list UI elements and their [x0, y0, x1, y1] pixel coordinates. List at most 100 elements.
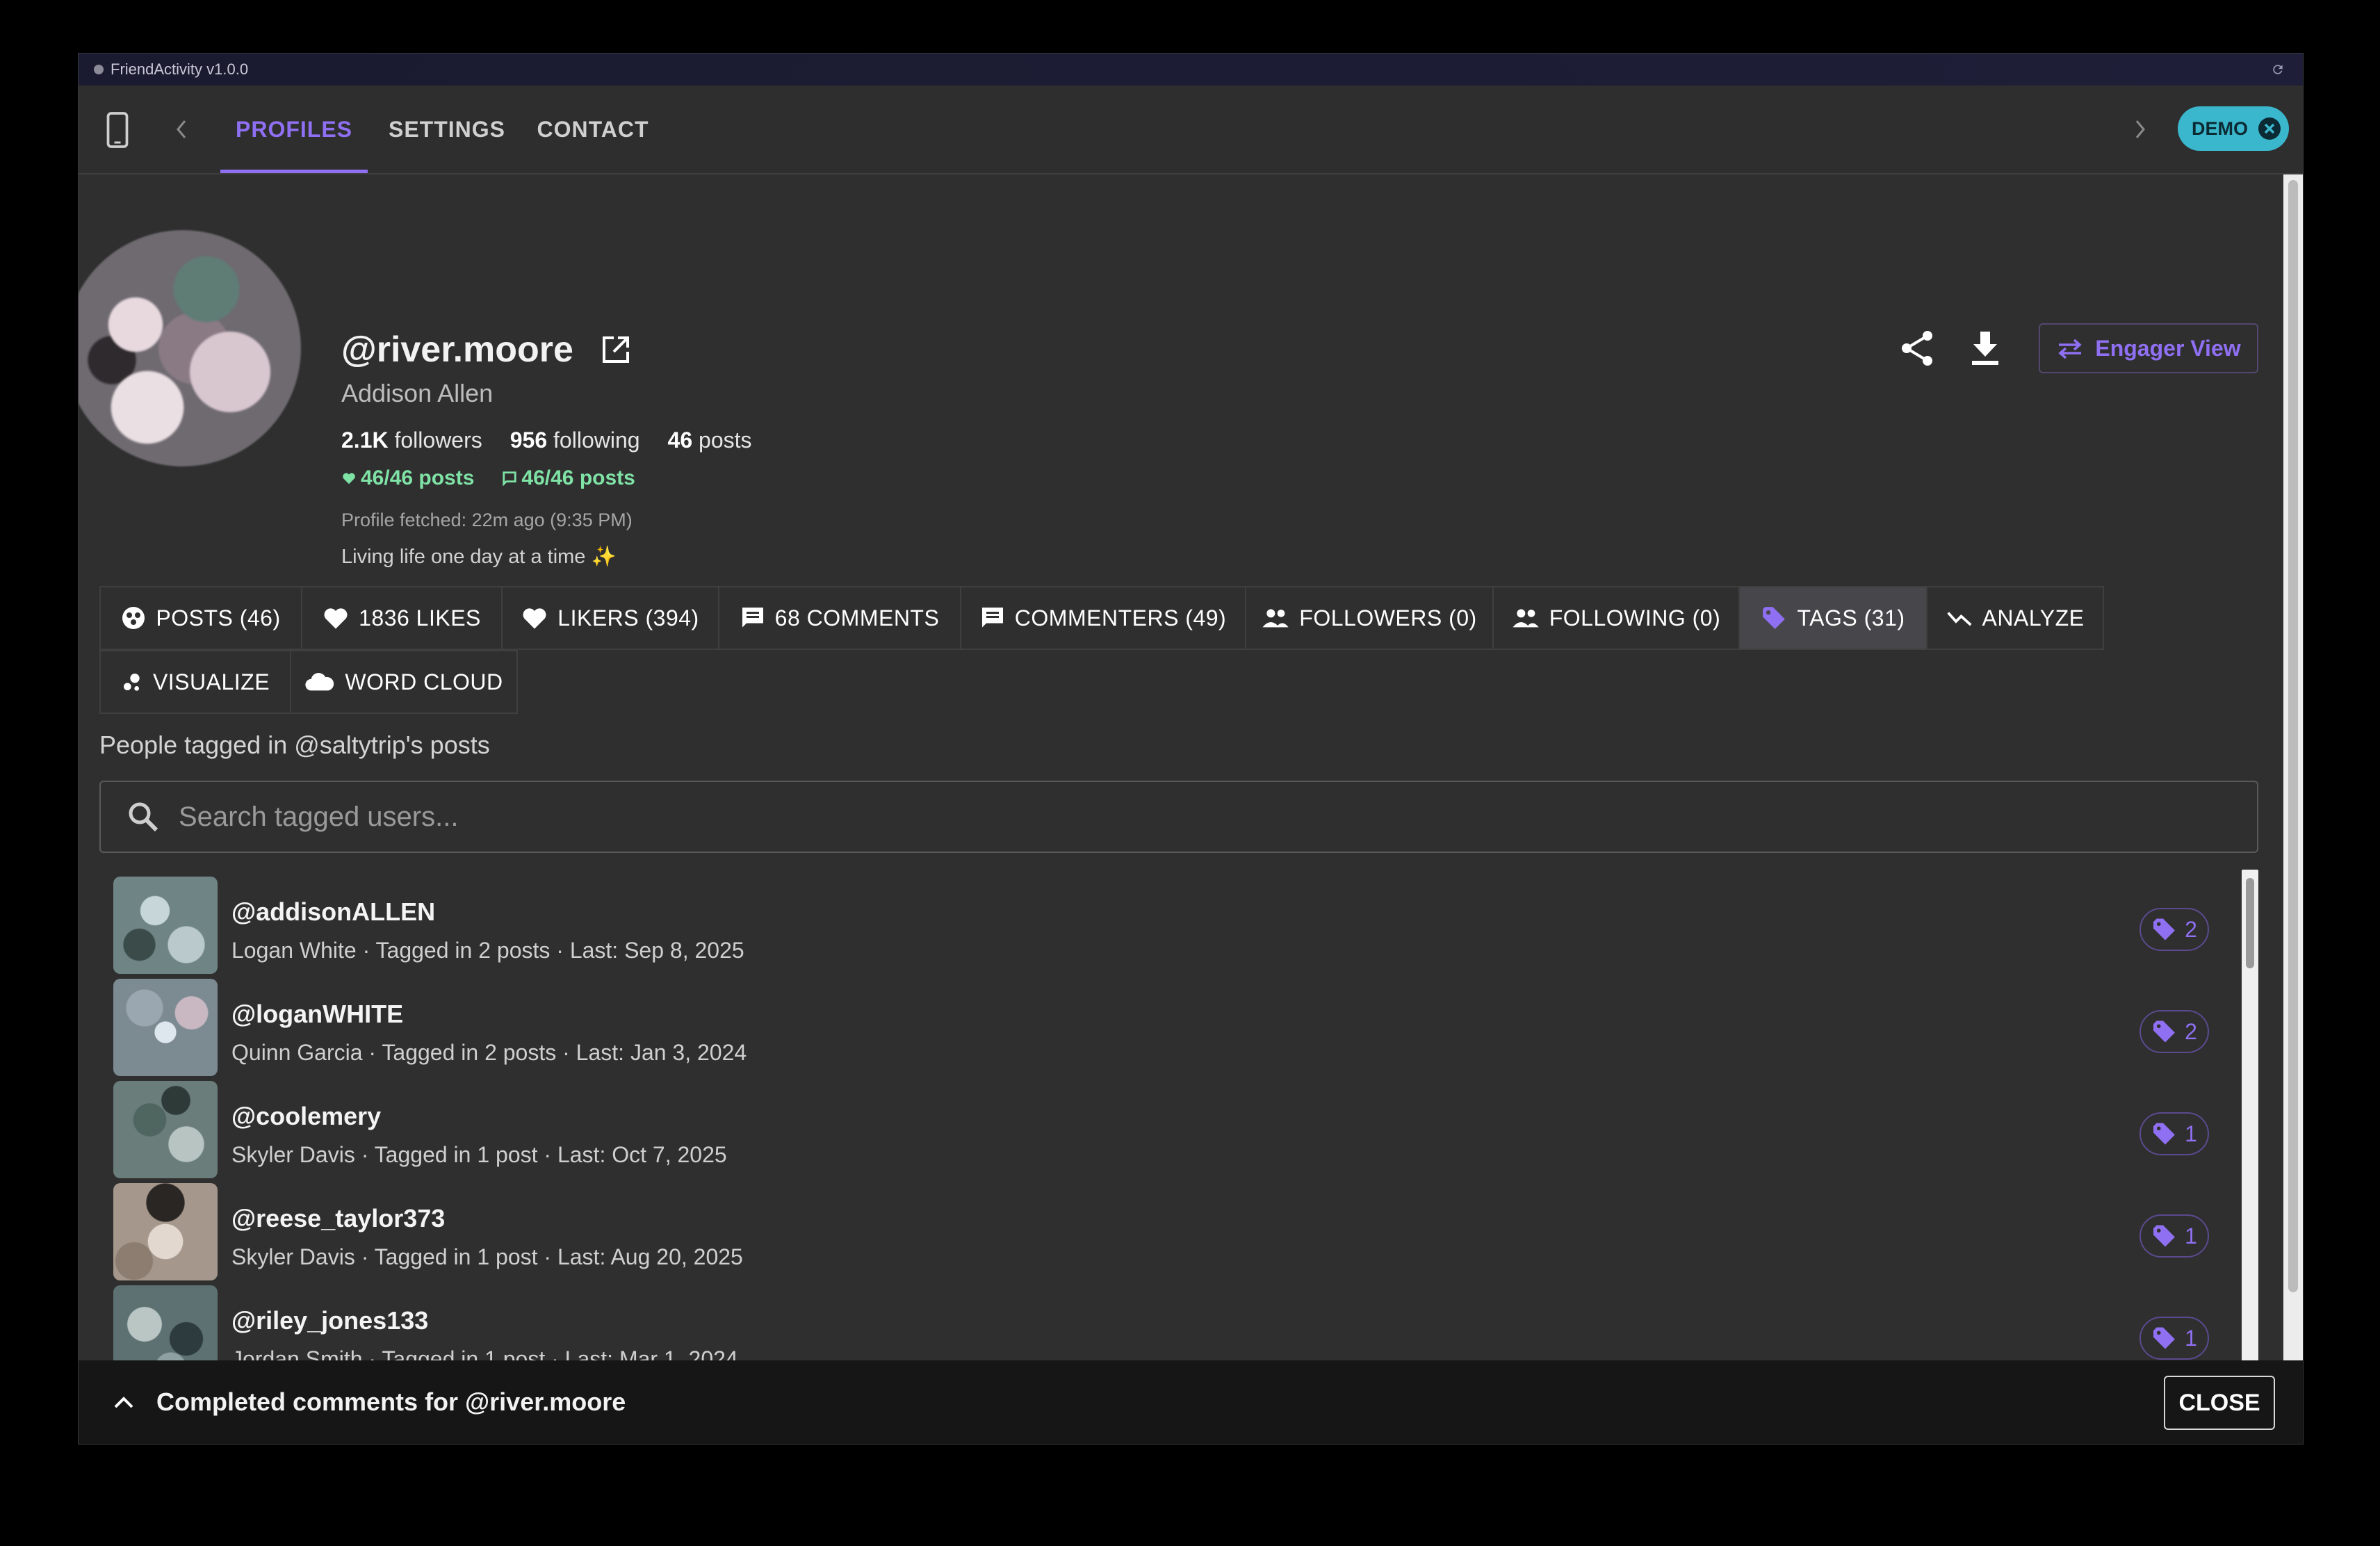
tagged-heading: People tagged in @saltytrip's posts [99, 731, 490, 759]
title-bar: FriendActivity v1.0.0 [79, 54, 2303, 86]
comments-progress: 46/46 posts [502, 466, 635, 490]
search-icon [126, 799, 161, 834]
reload-icon[interactable] [2271, 63, 2285, 76]
people-icon [1262, 609, 1289, 628]
user-meta: Quinn Garcia · Tagged in 2 posts · Last:… [231, 1040, 747, 1065]
tag-count-badge: 2 [2139, 908, 2209, 951]
share-icon[interactable] [1898, 329, 1937, 368]
user-handle[interactable]: @coolemery [231, 1102, 381, 1131]
following-label: following [553, 428, 640, 453]
cloud-icon [305, 673, 334, 691]
heart-icon [523, 608, 546, 629]
chevron-up-icon[interactable] [112, 1394, 136, 1410]
tab-following-label: FOLLOWING (0) [1549, 605, 1721, 630]
comment-icon [981, 608, 1003, 628]
nav-left-chevron-icon[interactable] [173, 117, 190, 141]
tab-word-cloud-label: WORD CLOUD [345, 669, 503, 694]
demo-chip[interactable]: DEMO [2178, 106, 2289, 151]
list-item[interactable]: @loganWHITE Quinn Garcia · Tagged in 2 p… [113, 972, 2240, 1076]
tab-commenters[interactable]: COMMENTERS (49) [960, 586, 1246, 650]
tab-comments-label: 68 COMMENTS [774, 605, 940, 630]
followers-label: followers [394, 428, 482, 453]
user-handle[interactable]: @addisonALLEN [231, 897, 435, 927]
list-item[interactable]: @coolemery Skyler Davis · Tagged in 1 po… [113, 1074, 2240, 1178]
profile-fetched-time: Profile fetched: 22m ago (9:35 PM) [341, 510, 633, 530]
tab-likes-label: 1836 LIKES [359, 605, 481, 630]
profile-display-name: Addison Allen [341, 379, 494, 407]
tag-count: 1 [2185, 1223, 2197, 1248]
comment-icon [742, 608, 763, 628]
user-handle[interactable]: @loganWHITE [231, 1000, 403, 1029]
list-item[interactable]: @addisonALLEN Logan White · Tagged in 2 … [113, 870, 2240, 974]
comments-progress-text: 46/46 posts [521, 466, 635, 489]
list-item[interactable]: @riley_jones133 Jordan Smith · Tagged in… [113, 1278, 2240, 1360]
list-item[interactable]: @reese_taylor373 Skyler Davis · Tagged i… [113, 1176, 2240, 1280]
tag-count-badge: 2 [2139, 1010, 2209, 1053]
posts-stat: 46 posts [668, 428, 752, 453]
heart-small-icon [343, 473, 355, 485]
followers-count: 2.1K [341, 428, 389, 453]
posts-count: 46 [667, 428, 693, 453]
tag-count: 2 [2185, 916, 2197, 942]
user-meta: Jordan Smith · Tagged in 1 post · Last: … [231, 1346, 738, 1360]
tab-following[interactable]: FOLLOWING (0) [1492, 586, 1740, 650]
tab-tags-label: TAGS (31) [1797, 605, 1905, 630]
tag-count: 2 [2185, 1018, 2197, 1044]
page-scrollbar[interactable] [2283, 174, 2303, 1360]
user-meta: Skyler Davis · Tagged in 1 post · Last: … [231, 1244, 743, 1269]
list-scrollbar[interactable] [2242, 870, 2258, 1360]
tag-count-badge: 1 [2139, 1317, 2209, 1360]
snackbar: Completed comments for @river.moore CLOS… [79, 1360, 2303, 1444]
comment-small-icon [503, 471, 517, 486]
user-meta: Logan White · Tagged in 2 posts · Last: … [231, 938, 744, 963]
tag-count: 1 [2185, 1325, 2197, 1351]
tab-profiles[interactable]: PROFILES [220, 86, 368, 173]
phone-icon[interactable] [105, 112, 130, 148]
tab-visualize-label: VISUALIZE [152, 669, 270, 694]
avatar [113, 979, 218, 1076]
tab-followers[interactable]: FOLLOWERS (0) [1245, 586, 1494, 650]
tab-visualize[interactable]: VISUALIZE [99, 650, 291, 714]
page-scrollbar-thumb[interactable] [2288, 180, 2298, 1292]
open-external-icon[interactable] [600, 334, 632, 366]
people-icon [1513, 609, 1539, 628]
profile-handle-row: @river.moore [341, 329, 632, 371]
tab-analyze[interactable]: ANALYZE [1926, 586, 2104, 650]
posts-label: posts [699, 428, 752, 453]
window-title: FriendActivity v1.0.0 [111, 60, 249, 78]
tag-count-badge: 1 [2139, 1214, 2209, 1258]
list-scrollbar-thumb[interactable] [2246, 878, 2254, 968]
tag-count: 1 [2185, 1121, 2197, 1146]
fetch-progress-row: 46/46 posts 46/46 posts [341, 466, 635, 490]
close-button[interactable]: CLOSE [2164, 1376, 2275, 1430]
tab-followers-label: FOLLOWERS (0) [1299, 605, 1477, 630]
swap-arrows-icon [2058, 339, 2082, 359]
tab-likes[interactable]: 1836 LIKES [301, 586, 503, 650]
window-dot-icon [94, 65, 104, 74]
tab-likers-label: LIKERS (394) [557, 605, 699, 630]
close-circle-icon[interactable] [2257, 116, 2282, 141]
profile-stats: 2.1K followers 956 following 46 posts [341, 428, 752, 453]
nav-right-chevron-icon[interactable] [2132, 117, 2149, 141]
tagged-search-box[interactable] [99, 781, 2258, 853]
download-icon[interactable] [1968, 329, 2003, 368]
profile-bio: Living life one day at a time ✨ [341, 546, 617, 568]
trend-icon [1946, 612, 1972, 626]
engager-view-label: Engager View [2095, 335, 2241, 361]
tab-commenters-label: COMMENTERS (49) [1014, 605, 1227, 630]
likes-progress: 46/46 posts [341, 466, 474, 490]
tab-settings[interactable]: SETTINGS [377, 86, 516, 173]
avatar [113, 1285, 218, 1360]
tab-contact[interactable]: CONTACT [523, 86, 662, 173]
tab-posts[interactable]: POSTS (46) [99, 586, 302, 650]
tab-word-cloud[interactable]: WORD CLOUD [290, 650, 518, 714]
tag-icon [2153, 1020, 2176, 1043]
profile-content: @river.moore Addison Allen 2.1K follower… [79, 174, 2303, 1360]
tab-tags[interactable]: TAGS (31) [1738, 586, 1927, 650]
tab-comments[interactable]: 68 COMMENTS [718, 586, 961, 650]
engager-view-button[interactable]: Engager View [2039, 323, 2258, 373]
tab-likers[interactable]: LIKERS (394) [501, 586, 719, 650]
user-handle[interactable]: @riley_jones133 [231, 1306, 428, 1335]
search-input[interactable] [177, 800, 2126, 833]
user-handle[interactable]: @reese_taylor373 [231, 1204, 445, 1233]
